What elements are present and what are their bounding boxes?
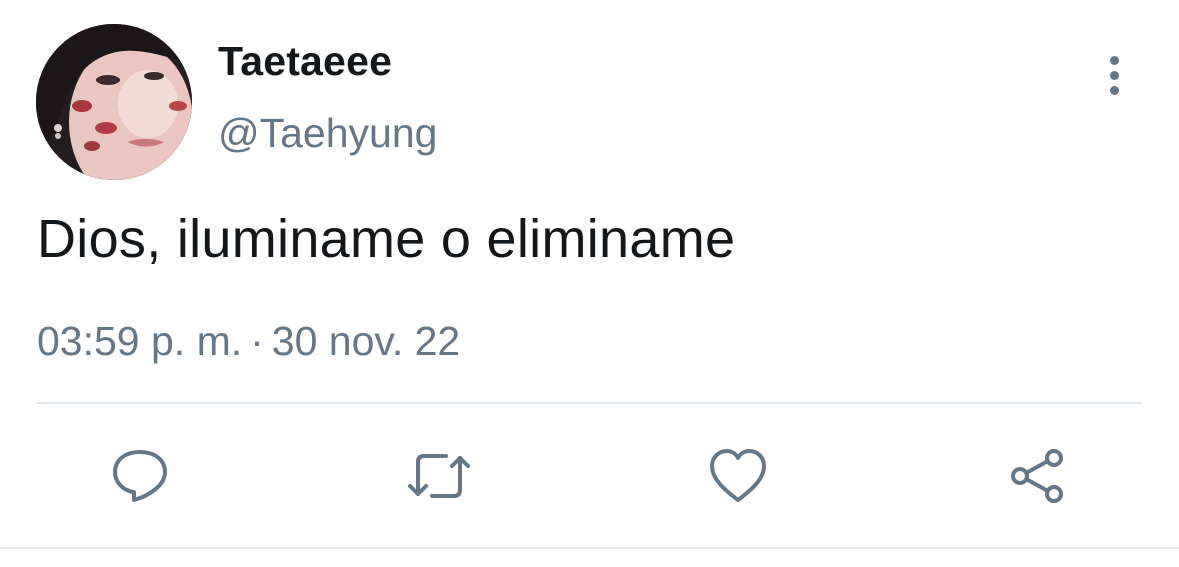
reply-button[interactable]	[110, 446, 176, 506]
tweet-timestamp: 03:59 p. m. · 30 nov. 22	[37, 318, 460, 365]
tweet-time: 03:59 p. m.	[37, 318, 243, 364]
retweet-button[interactable]	[406, 446, 472, 506]
like-icon	[710, 449, 766, 502]
reply-icon	[113, 450, 167, 502]
more-options-button[interactable]	[1096, 52, 1134, 98]
more-vertical-icon-dot	[1110, 71, 1119, 80]
user-handle[interactable]: @Taehyung	[218, 110, 437, 157]
avatar-image	[36, 24, 192, 180]
display-name[interactable]: Taetaeee	[218, 38, 392, 85]
retweet-icon	[408, 454, 470, 498]
avatar[interactable]	[36, 24, 192, 180]
bottom-divider	[0, 547, 1179, 549]
tweet-text: Dios, iluminame o eliminame	[37, 209, 736, 269]
more-vertical-icon-dot	[1110, 86, 1119, 95]
share-icon	[1011, 449, 1063, 503]
meta-separator: ·	[250, 318, 264, 364]
divider	[36, 402, 1142, 404]
more-vertical-icon	[1110, 56, 1119, 65]
share-button[interactable]	[1008, 446, 1074, 506]
tweet-card: Taetaeee @Taehyung Dios, iluminame o eli…	[0, 0, 1179, 567]
tweet-date: 30 nov. 22	[271, 318, 461, 364]
like-button[interactable]	[708, 446, 774, 506]
